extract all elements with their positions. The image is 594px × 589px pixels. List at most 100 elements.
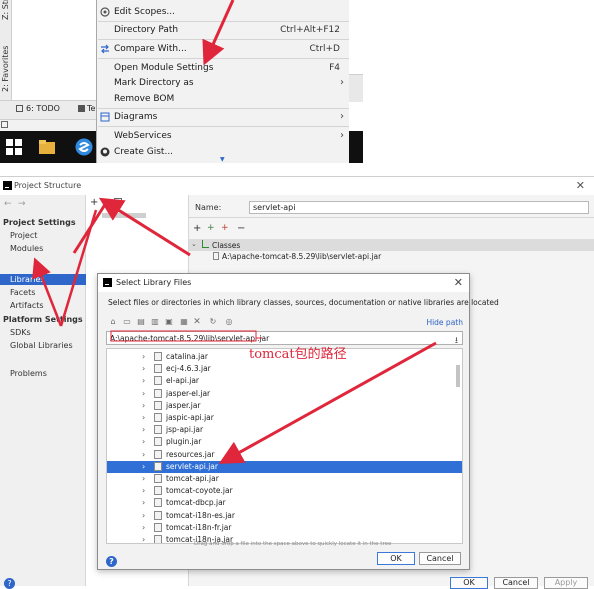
chevron-right-icon[interactable]: ›	[142, 389, 145, 398]
nav-item-sdks[interactable]: SDKs	[10, 328, 31, 337]
scroll-down-icon[interactable]: ▼	[220, 156, 225, 163]
file-tree-row[interactable]: › el-api.jar	[107, 375, 462, 387]
menu-item-directory-path[interactable]: Directory Path Ctrl+Alt+F12	[97, 23, 350, 38]
file-tree-row[interactable]: › ecj-4.6.3.jar	[107, 363, 462, 375]
chevron-right-icon[interactable]: ›	[142, 511, 145, 520]
library-list-item[interactable]	[102, 213, 146, 218]
classes-node[interactable]: ⌄ Classes	[189, 239, 594, 251]
file-tree-row[interactable]: › tomcat-coyote.jar	[107, 485, 462, 497]
menu-item-diagrams[interactable]: Diagrams ›	[97, 110, 350, 125]
back-arrow-icon[interactable]: ←	[4, 199, 12, 209]
chevron-right-icon[interactable]: ›	[142, 462, 145, 471]
hide-path-link[interactable]: Hide path	[426, 318, 463, 327]
chevron-right-icon[interactable]: ›	[142, 486, 145, 495]
file-tree-row[interactable]: › jasper-el.jar	[107, 388, 462, 400]
refresh-icon[interactable]: ↻	[208, 317, 218, 327]
tree-scrollbar[interactable]	[456, 365, 460, 387]
nav-item-global-libraries[interactable]: Global Libraries	[10, 341, 73, 350]
file-tree-row[interactable]: › tomcat-api.jar	[107, 473, 462, 485]
nav-item-problems[interactable]: Problems	[10, 369, 47, 378]
chevron-right-icon[interactable]: ›	[142, 364, 145, 373]
attach-icon[interactable]: +	[221, 223, 229, 233]
project-structure-cancel-button[interactable]: Cancel	[494, 577, 538, 589]
copy-library-icon[interactable]	[114, 198, 122, 206]
windows-start-icon[interactable]	[5, 138, 23, 156]
show-hidden-icon[interactable]: ◎	[224, 317, 234, 327]
remove-root-icon[interactable]: −	[237, 223, 245, 234]
chevron-right-icon[interactable]: ›	[142, 352, 145, 361]
project-dir-icon[interactable]: ▤	[136, 317, 146, 327]
chevron-right-icon[interactable]: ›	[142, 535, 145, 543]
file-tree-row[interactable]: › tomcat-i18n-fr.jar	[107, 522, 462, 534]
module-dir-icon[interactable]: ▥	[150, 317, 160, 327]
sogou-browser-icon[interactable]	[75, 138, 93, 156]
nav-item-project[interactable]: Project	[10, 231, 37, 240]
favorites-tab[interactable]: 2: Favorites	[1, 46, 10, 92]
chevron-right-icon[interactable]: ›	[142, 523, 145, 532]
jar-file-icon	[154, 437, 162, 447]
tool-window-strip: Z: Structure 2: Favorites	[0, 0, 12, 100]
jar-file-icon	[154, 510, 162, 520]
add-root-icon[interactable]: +	[193, 223, 201, 234]
menu-item-compare-with[interactable]: Compare With... Ctrl+D	[97, 42, 350, 57]
path-value: A:\apache-tomcat-8.5.29\lib\servlet-api.…	[110, 334, 270, 343]
chevron-right-icon[interactable]: ›	[142, 401, 145, 410]
context-menu: Edit Scopes... Directory Path Ctrl+Alt+F…	[96, 0, 349, 163]
forward-arrow-icon[interactable]: →	[18, 199, 26, 209]
file-tree-row[interactable]: › plugin.jar	[107, 436, 462, 448]
chevron-right-icon[interactable]: ›	[142, 437, 145, 446]
file-explorer-icon[interactable]	[38, 138, 56, 156]
menu-item-mark-directory-as[interactable]: Mark Directory as ›	[97, 76, 350, 91]
menu-item-remove-bom[interactable]: Remove BOM	[97, 92, 350, 107]
close-icon[interactable]: ✕	[454, 276, 463, 289]
help-icon[interactable]: ?	[106, 556, 117, 567]
help-icon[interactable]: ?	[4, 578, 15, 589]
chevron-right-icon[interactable]: ›	[142, 425, 145, 434]
new-folder-icon[interactable]: ▣	[164, 317, 174, 327]
file-tree-row[interactable]: › resources.jar	[107, 449, 462, 461]
ok-button[interactable]: OK	[377, 552, 415, 565]
library-name-field[interactable]: servlet-api	[249, 201, 589, 214]
cancel-button[interactable]: Cancel	[419, 552, 461, 565]
project-structure-ok-button[interactable]: OK	[450, 577, 488, 589]
file-tree-row[interactable]: › tomcat-dbcp.jar	[107, 497, 462, 509]
chevron-right-icon[interactable]: ›	[142, 498, 145, 507]
delete-icon[interactable]: ✕	[192, 317, 202, 327]
close-icon[interactable]: ✕	[576, 179, 585, 192]
menu-item-webservices[interactable]: WebServices ›	[97, 129, 350, 144]
remove-library-icon[interactable]: −	[102, 197, 110, 208]
file-name: jasper-el.jar	[166, 388, 211, 398]
file-name: plugin.jar	[166, 437, 202, 447]
todo-tab[interactable]: 6: TODO	[16, 104, 60, 113]
menu-item-open-module-settings[interactable]: Open Module Settings F4	[97, 61, 350, 76]
chevron-right-icon[interactable]: ›	[142, 474, 145, 483]
file-tree: › catalina.jar › ecj-4.6.3.jar › el-api.jar › j…	[106, 348, 463, 544]
file-tree-row[interactable]: › jsp-api.jar	[107, 424, 462, 436]
terminal-icon	[78, 105, 85, 112]
nav-item-facets[interactable]: Facets	[10, 288, 35, 297]
desktop-icon[interactable]: ▭	[122, 317, 132, 327]
menu-item-label: Mark Directory as	[114, 78, 194, 88]
nav-item-modules[interactable]: Modules	[10, 244, 43, 253]
add-jar-icon[interactable]: +	[207, 223, 215, 233]
file-tree-row[interactable]: › jasper.jar	[107, 400, 462, 412]
nav-item-libraries[interactable]: Libraries	[10, 275, 45, 284]
menu-item-edit-scopes[interactable]: Edit Scopes...	[97, 5, 350, 20]
menu-item-label: Open Module Settings	[114, 63, 214, 73]
chevron-right-icon[interactable]: ›	[142, 376, 145, 385]
project-structure-apply-button[interactable]: Apply	[544, 577, 588, 589]
class-root-entry[interactable]: A:\apache-tomcat-8.5.29\lib\servlet-api.…	[213, 252, 381, 261]
file-tree-row[interactable]: › tomcat-i18n-es.jar	[107, 510, 462, 522]
add-library-icon[interactable]: +	[90, 197, 98, 208]
structure-tab[interactable]: Z: Structure	[1, 0, 10, 20]
download-icon[interactable]: ⭳	[455, 333, 458, 349]
new-dir-icon[interactable]: ▦	[179, 317, 189, 327]
terminal-tab[interactable]: Te	[78, 104, 95, 113]
chevron-right-icon[interactable]: ›	[142, 450, 145, 459]
chevron-right-icon[interactable]: ›	[142, 413, 145, 422]
file-tree-row[interactable]: › servlet-api.jar	[107, 460, 462, 473]
menu-item-label: Compare With...	[114, 44, 187, 54]
home-icon[interactable]: ⌂	[108, 317, 118, 327]
file-tree-row[interactable]: › jaspic-api.jar	[107, 412, 462, 424]
nav-item-artifacts[interactable]: Artifacts	[10, 301, 44, 310]
